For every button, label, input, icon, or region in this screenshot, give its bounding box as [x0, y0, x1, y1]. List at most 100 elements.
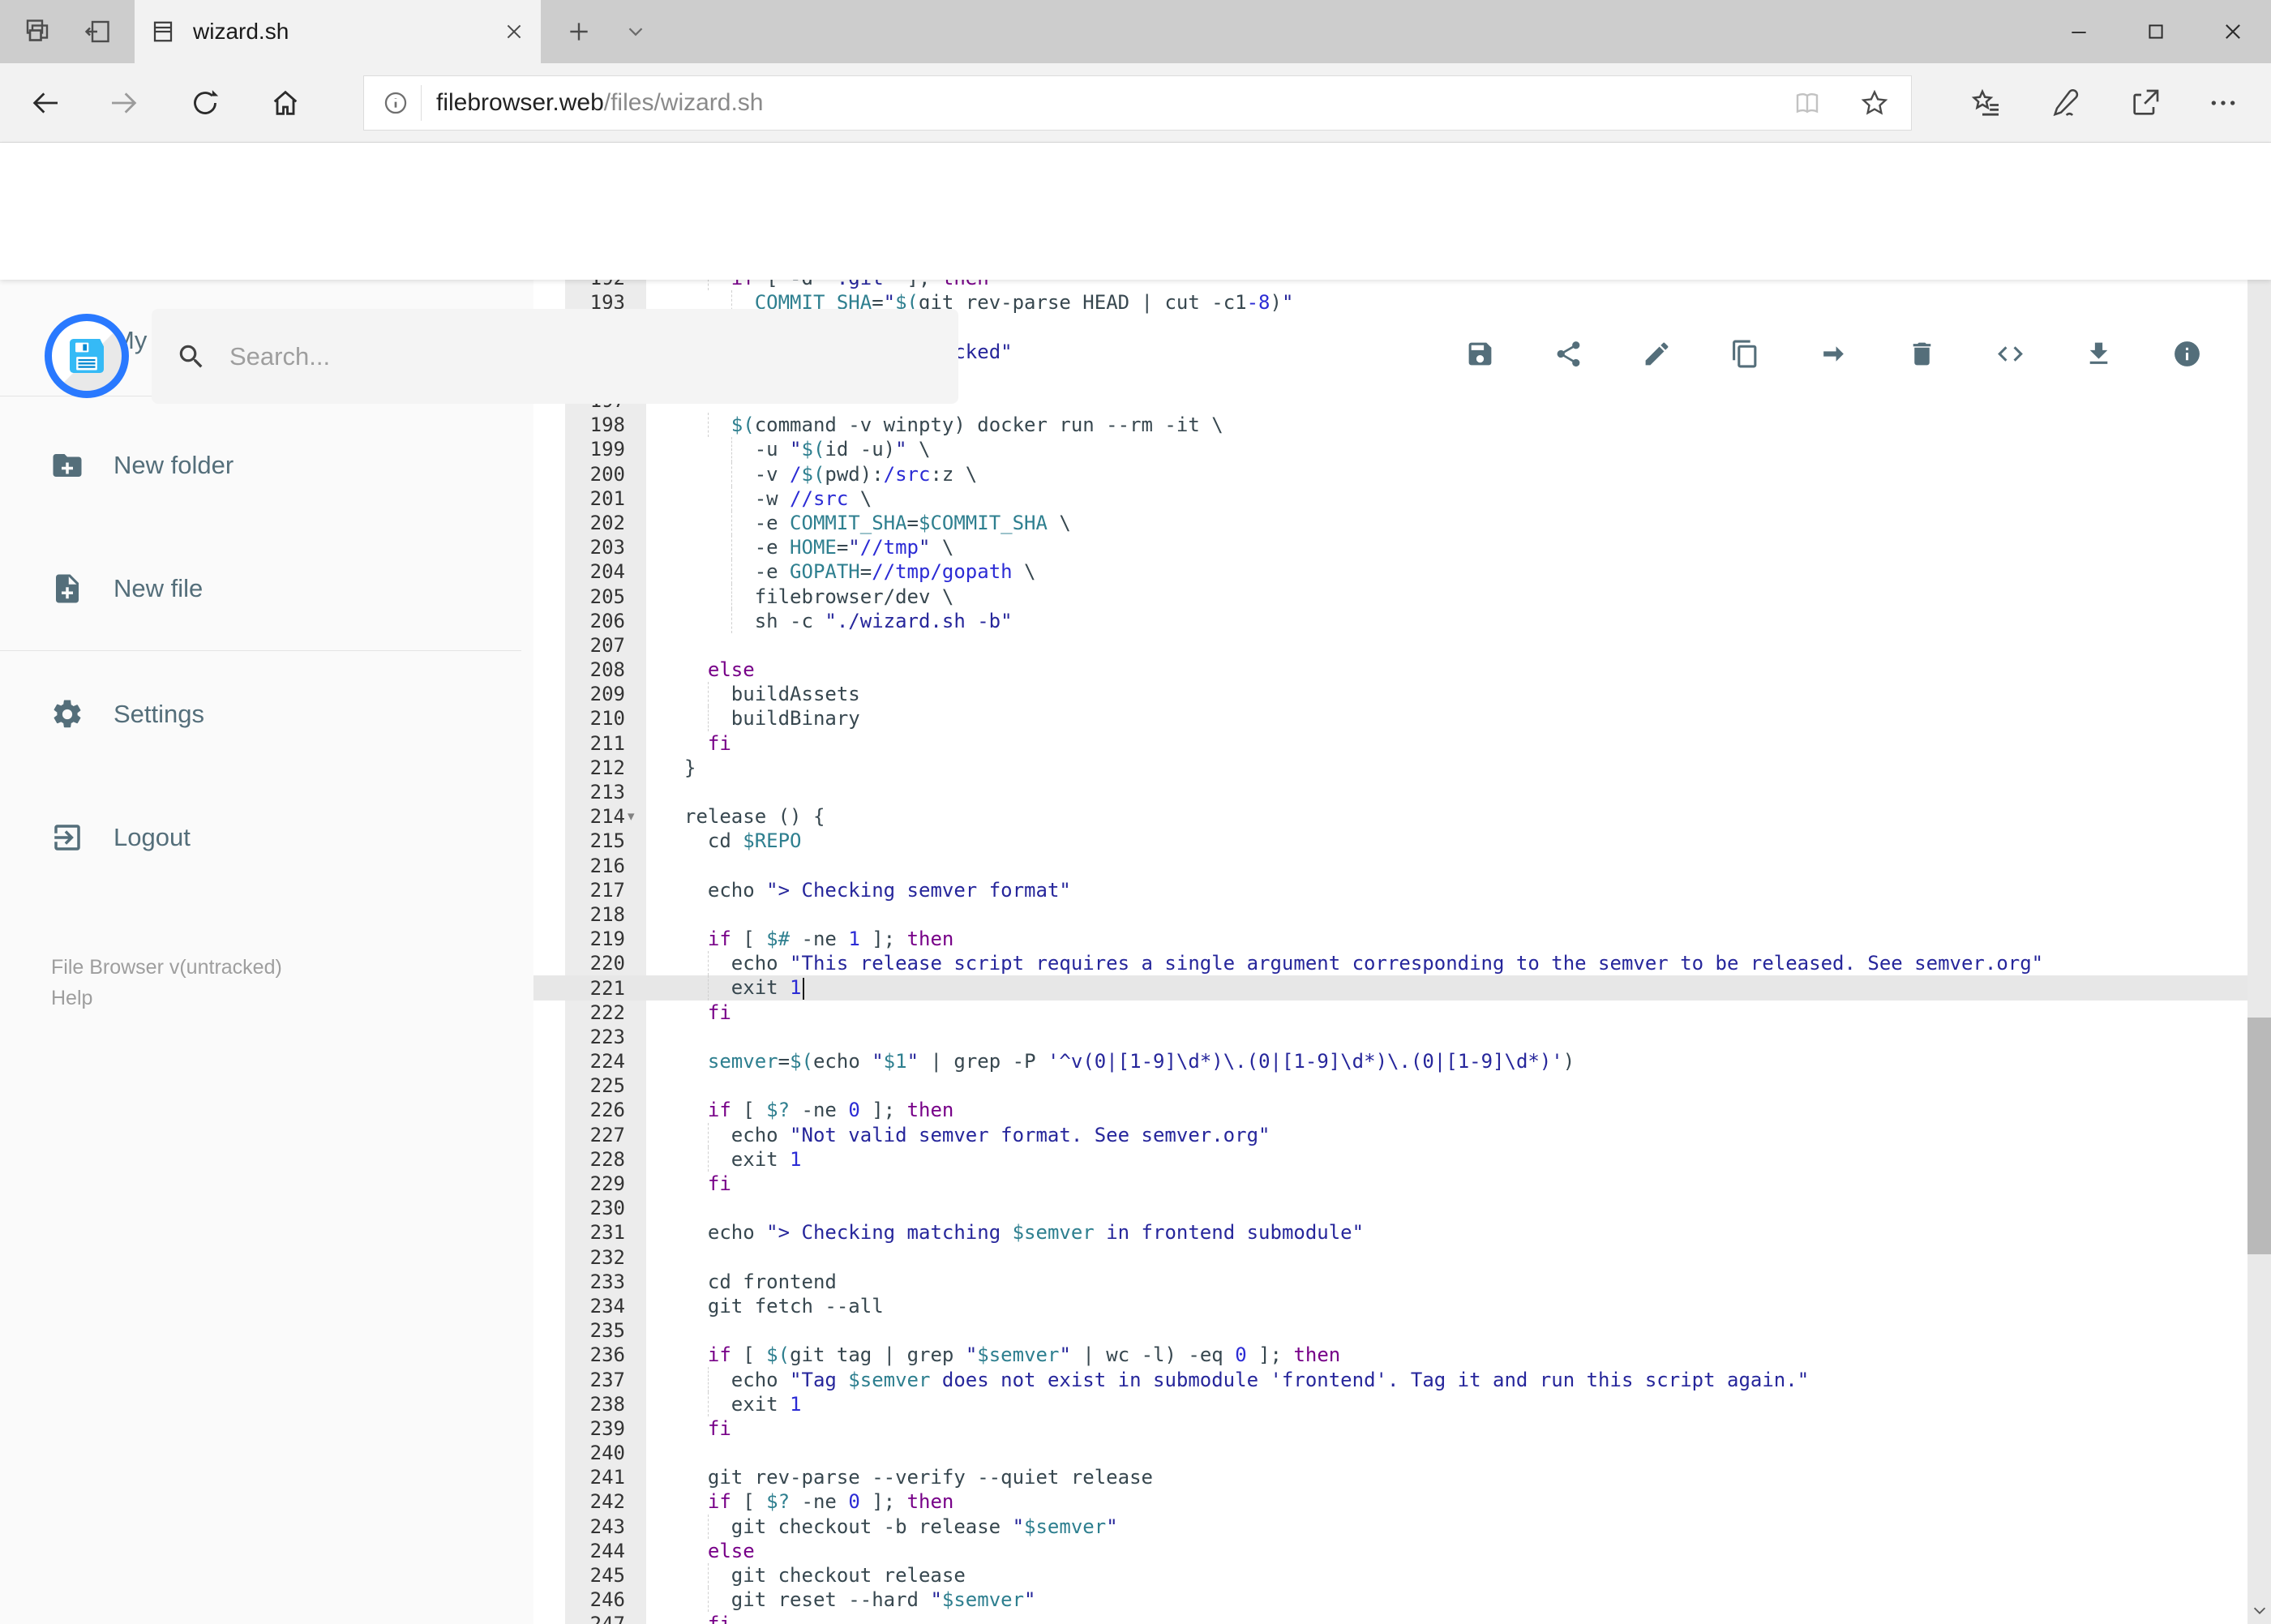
code-line-text[interactable]: -w //src \ — [646, 487, 2247, 510]
code-line-text[interactable]: exit 1 — [646, 976, 2247, 1000]
code-line-text[interactable]: git checkout -b release "$semver" — [646, 1515, 2247, 1538]
sidebar-item-settings[interactable]: Settings — [0, 674, 533, 755]
browser-tab[interactable]: wizard.sh — [135, 0, 541, 63]
annotate-pen-icon[interactable] — [2049, 87, 2081, 119]
window-minimize-button[interactable] — [2040, 0, 2117, 63]
code-line-text[interactable]: git reset --hard "$semver" — [646, 1588, 2247, 1611]
code-line-text[interactable]: if [ $? -ne 0 ]; then — [646, 1490, 2247, 1513]
line-number: 199 — [589, 438, 625, 461]
line-number: 192 — [533, 280, 646, 289]
search-input[interactable]: Search... — [229, 342, 330, 371]
code-line-text[interactable]: release () { — [646, 805, 2247, 828]
share-button[interactable] — [1553, 339, 1583, 369]
code-line-text[interactable]: buildBinary — [646, 707, 2247, 730]
set-tabs-aside-icon[interactable] — [83, 17, 112, 46]
new-tab-button[interactable] — [555, 0, 603, 63]
code-line-text[interactable]: echo "This release script requires a sin… — [646, 952, 2247, 975]
line-number: 242 — [589, 1490, 625, 1514]
code-line-text[interactable]: -e GOPATH=//tmp/gopath \ — [646, 560, 2247, 583]
back-icon[interactable] — [29, 87, 62, 119]
code-line-text[interactable]: } — [646, 756, 2247, 779]
scrollbar-thumb[interactable] — [2247, 1018, 2271, 1254]
code-line-text[interactable]: sh -c "./wizard.sh -b" — [646, 610, 2247, 632]
download-button[interactable] — [2084, 339, 2114, 369]
line-number: 236 — [589, 1343, 625, 1367]
code-line: 223 — [533, 1025, 2247, 1049]
code-line-text[interactable]: exit 1 — [646, 1148, 2247, 1171]
code-line: 215 cd $REPO — [533, 829, 2247, 853]
code-line-text[interactable]: if [ $(git tag | grep "$semver" | wc -l)… — [646, 1343, 2247, 1366]
line-number: 200 — [589, 462, 625, 486]
code-line-text[interactable]: fi — [646, 1172, 2247, 1195]
code-line-text[interactable]: -e HOME="//tmp" \ — [646, 536, 2247, 559]
code-line-text[interactable]: cd $REPO — [646, 829, 2247, 852]
code-line-text[interactable]: fi — [646, 1001, 2247, 1024]
home-icon[interactable] — [269, 87, 302, 119]
code-line: 199 -u "$(id -u)" \ — [533, 437, 2247, 462]
code-line-text[interactable]: git fetch --all — [646, 1295, 2247, 1318]
code-line: 238 exit 1 — [533, 1391, 2247, 1416]
scroll-down-icon[interactable] — [2247, 1596, 2271, 1624]
reading-view-icon[interactable] — [1793, 88, 1822, 118]
code-line-text[interactable]: echo "> Checking semver format" — [646, 879, 2247, 902]
copy-button[interactable] — [1730, 339, 1760, 369]
code-line-text[interactable]: fi — [646, 1417, 2247, 1440]
window-maximize-button[interactable] — [2117, 0, 2194, 63]
code-button[interactable] — [1995, 339, 2025, 369]
share-page-icon[interactable] — [2129, 87, 2162, 119]
code-line-text[interactable]: if [ $# -ne 1 ]; then — [646, 928, 2247, 950]
delete-button[interactable] — [1907, 339, 1937, 369]
hub-favorites-icon[interactable] — [1970, 87, 2003, 119]
filebrowser-logo[interactable] — [45, 314, 129, 398]
code-editor[interactable]: 192 if [ -d ".git" ]; then193 COMMIT_SHA… — [533, 280, 2247, 1624]
code-line-text[interactable]: semver=$(echo "$1" | grep -P '^v(0|[1-9]… — [646, 1050, 2247, 1073]
code-line-text[interactable]: -v /$(pwd):/src:z \ — [646, 463, 2247, 486]
tab-preview-icon[interactable] — [23, 17, 52, 46]
search-box[interactable]: Search... — [152, 309, 958, 404]
sidebar-item-logout[interactable]: Logout — [0, 797, 533, 878]
help-link[interactable]: Help — [51, 987, 92, 1010]
info-button[interactable] — [2172, 339, 2202, 369]
line-number: 226 — [589, 1099, 625, 1122]
line-number: 201 — [589, 486, 625, 510]
code-line-text[interactable]: if [ $? -ne 0 ]; then — [646, 1099, 2247, 1121]
code-line-text[interactable]: buildAssets — [646, 683, 2247, 705]
window-close-button[interactable] — [2194, 0, 2271, 63]
refresh-icon[interactable] — [189, 87, 221, 119]
code-line-text[interactable]: filebrowser/dev \ — [646, 585, 2247, 608]
page-scrollbar[interactable] — [2247, 143, 2271, 1624]
code-line-text[interactable]: echo "Not valid semver format. See semve… — [646, 1124, 2247, 1146]
code-line-text[interactable]: echo "Tag $semver does not exist in subm… — [646, 1369, 2247, 1391]
line-number: 209 — [589, 683, 625, 706]
more-options-icon[interactable] — [2207, 87, 2239, 119]
url-text[interactable]: filebrowser.web/files/wizard.sh — [436, 89, 764, 117]
line-number: 218 — [589, 902, 625, 926]
code-line-text[interactable]: cd frontend — [646, 1270, 2247, 1293]
forward-icon[interactable] — [108, 87, 140, 119]
move-icon — [1823, 346, 1844, 362]
code-line-text[interactable]: -e COMMIT_SHA=$COMMIT_SHA \ — [646, 512, 2247, 534]
tab-close-icon[interactable] — [503, 21, 525, 42]
code-line-text[interactable]: else — [646, 658, 2247, 681]
move-button[interactable] — [1819, 339, 1849, 369]
code-line-text[interactable]: git rev-parse --verify --quiet release — [646, 1466, 2247, 1489]
address-bar[interactable]: filebrowser.web/files/wizard.sh — [363, 75, 1912, 131]
code-line: 245 git checkout release — [533, 1562, 2247, 1588]
filebrowser-header: Search... — [0, 143, 2271, 404]
code-line-text[interactable]: git checkout release — [646, 1564, 2247, 1587]
code-line-text[interactable]: else — [646, 1540, 2247, 1562]
sidebar-item-new-folder[interactable]: New folder — [0, 425, 533, 506]
code-line-text[interactable]: echo "> Checking matching $semver in fro… — [646, 1221, 2247, 1244]
app-version-text: File Browser v(untracked) — [51, 956, 282, 979]
favorite-star-icon[interactable] — [1859, 88, 1890, 118]
code-line-text[interactable]: fi — [646, 1613, 2247, 1624]
code-line-text[interactable]: exit 1 — [646, 1393, 2247, 1416]
site-info-icon[interactable] — [382, 89, 409, 117]
save-button[interactable] — [1465, 339, 1495, 369]
tab-list-chevron-icon[interactable] — [613, 0, 658, 63]
line-number: 221 — [589, 976, 625, 1000]
code-line-text[interactable]: -u "$(id -u)" \ — [646, 438, 2247, 461]
code-line-text[interactable]: fi — [646, 732, 2247, 755]
sidebar-item-new-file[interactable]: New file — [0, 548, 533, 629]
edit-button[interactable] — [1642, 339, 1672, 369]
